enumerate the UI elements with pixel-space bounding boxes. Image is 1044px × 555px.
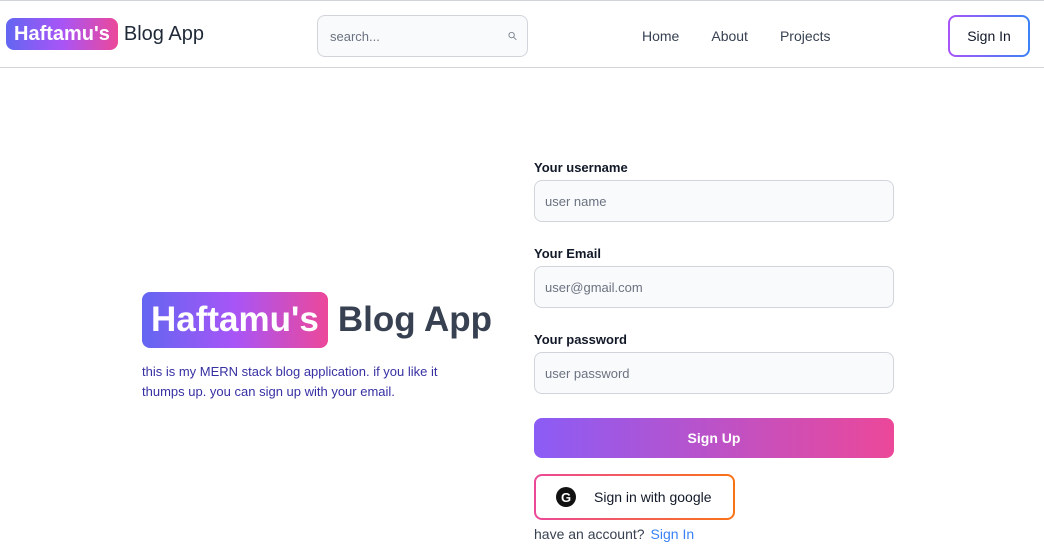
nav-about[interactable]: About bbox=[711, 28, 748, 44]
hero-brand: Haftamu's Blog App bbox=[142, 292, 492, 348]
signin-link[interactable]: Sign In bbox=[651, 526, 695, 542]
google-signin-label: Sign in with google bbox=[594, 489, 712, 505]
hero-brand-text: Blog App bbox=[337, 300, 493, 339]
username-field[interactable] bbox=[534, 180, 894, 222]
email-label: Your Email bbox=[534, 246, 601, 261]
header-signin-label: Sign In bbox=[950, 17, 1028, 55]
email-field[interactable] bbox=[534, 266, 894, 308]
top-navbar: Haftamu's Blog App Home About Projects S… bbox=[0, 0, 1044, 68]
password-label: Your password bbox=[534, 332, 627, 347]
hero-description: this is my MERN stack blog application. … bbox=[142, 364, 438, 399]
brand-logo[interactable]: Haftamu's Blog App bbox=[6, 18, 204, 50]
username-label: Your username bbox=[534, 160, 628, 175]
search-icon[interactable] bbox=[508, 27, 517, 45]
google-signin-button[interactable]: G Sign in with google bbox=[534, 474, 735, 520]
google-signin-content: G Sign in with google bbox=[536, 476, 733, 518]
header-signin-button[interactable]: Sign In bbox=[948, 15, 1030, 57]
brand-text: Blog App bbox=[123, 23, 204, 45]
search-box bbox=[317, 15, 528, 57]
nav-projects[interactable]: Projects bbox=[780, 28, 831, 44]
main-nav: Home About Projects bbox=[642, 28, 831, 44]
hero-brand-badge: Haftamu's bbox=[142, 292, 328, 348]
signup-button[interactable]: Sign Up bbox=[534, 418, 894, 458]
nav-home[interactable]: Home bbox=[642, 28, 679, 44]
have-account-text: have an account? bbox=[534, 526, 645, 542]
google-icon: G bbox=[556, 487, 576, 507]
have-account-row: have an account? Sign In bbox=[534, 526, 694, 542]
signup-form: Your username Your Email Your password S… bbox=[534, 160, 894, 520]
brand-badge: Haftamu's bbox=[6, 18, 118, 50]
search-input[interactable] bbox=[328, 27, 508, 45]
password-field[interactable] bbox=[534, 352, 894, 394]
